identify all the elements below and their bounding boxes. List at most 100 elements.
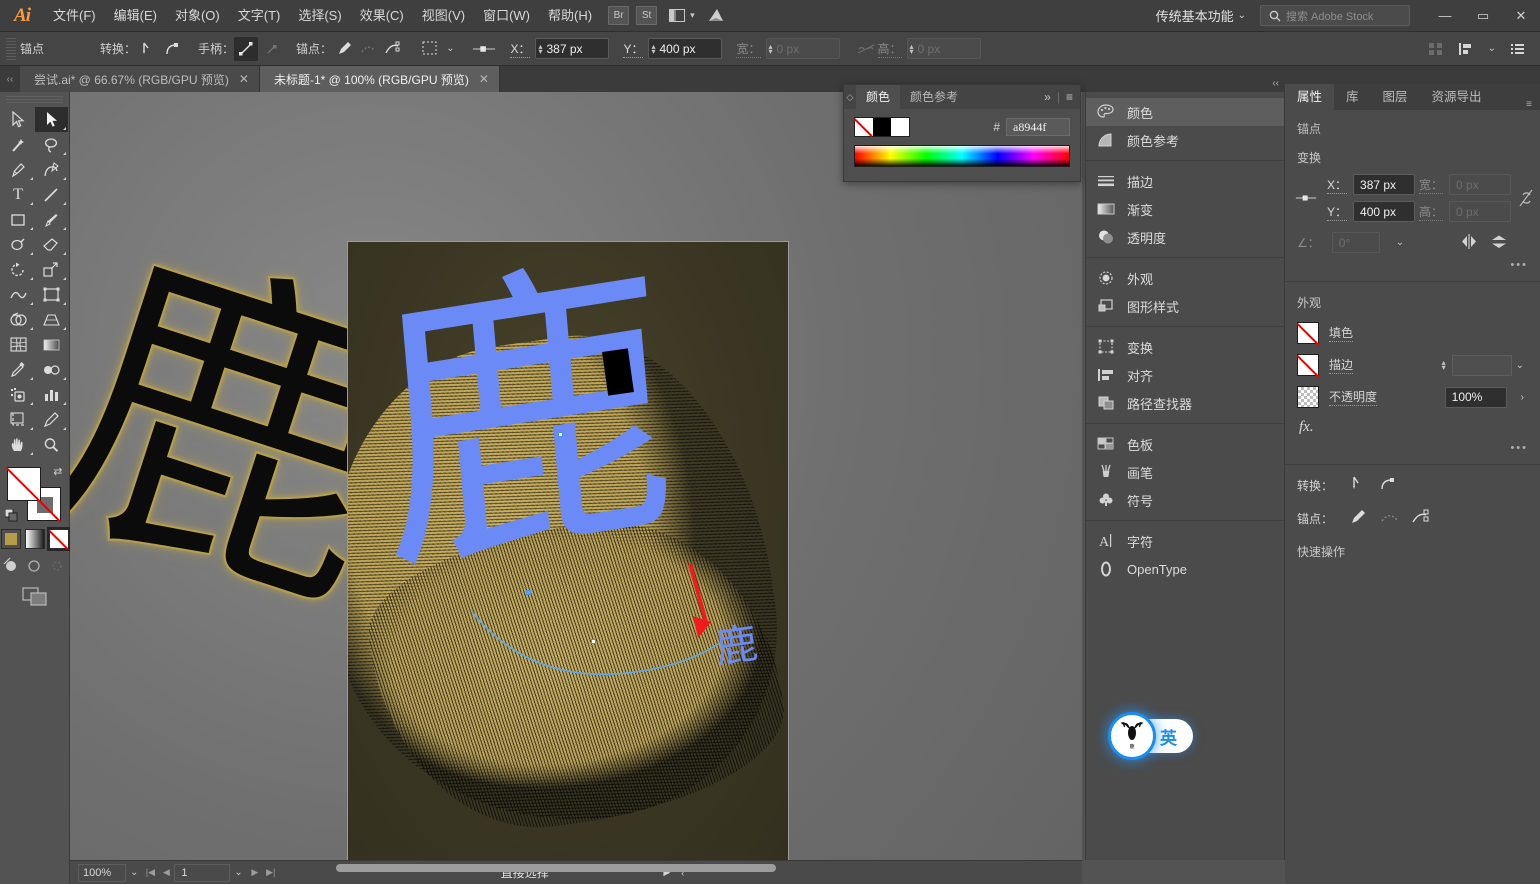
dock-item-transform[interactable]: 变换	[1086, 333, 1284, 361]
color-spectrum-bar[interactable]	[854, 145, 1070, 167]
previous-artboard-icon[interactable]: ◀	[158, 864, 174, 882]
connect-anchors-icon[interactable]	[356, 37, 380, 61]
stroke-weight-control[interactable]: ▴ ▾ ⌄	[1442, 354, 1528, 376]
document-tab-1-close-icon[interactable]: ✕	[239, 72, 249, 86]
isolate-chevron-down-icon[interactable]: ⌄	[442, 43, 458, 54]
angle-chevron-down-icon[interactable]: ⌄	[1392, 237, 1408, 248]
dock-item-pathfinder[interactable]: 路径查找器	[1086, 389, 1284, 417]
tool-magic-wand[interactable]	[2, 132, 35, 157]
tool-hand[interactable]	[2, 432, 35, 457]
artboard-chevron-down-icon[interactable]: ⌄	[230, 867, 246, 878]
props-cut-path-icon[interactable]	[1411, 508, 1430, 529]
screen-mode-button[interactable]	[0, 587, 69, 607]
tool-mesh[interactable]	[2, 332, 35, 357]
swap-fill-stroke-icon[interactable]: ⇄	[53, 465, 62, 478]
props-connect-anchors-icon[interactable]	[1380, 508, 1399, 529]
document-tab-2-close-icon[interactable]: ✕	[479, 72, 489, 86]
fx-button[interactable]: fx.	[1285, 413, 1540, 442]
reference-point-selector[interactable]	[1295, 187, 1317, 209]
y-input[interactable]: ▴ ▾ 400 px	[648, 38, 723, 59]
minimize-button[interactable]: —	[1426, 0, 1464, 32]
tool-pen[interactable]	[2, 157, 35, 182]
tool-symbol-sprayer[interactable]	[2, 382, 35, 407]
anchor-point-3[interactable]	[558, 432, 563, 437]
canvas-horizontal-scrollbar[interactable]	[336, 864, 776, 872]
y-stepper[interactable]: ▴ ▾	[651, 42, 655, 55]
dock-item-symbols[interactable]: 符号	[1086, 486, 1284, 514]
color-panel-tab-color-guide[interactable]: 颜色参考	[900, 85, 968, 109]
last-artboard-icon[interactable]: ▶|	[263, 864, 279, 882]
zoom-level-input[interactable]: 100%	[78, 863, 126, 882]
tool-zoom[interactable]	[35, 432, 68, 457]
dock-item-align[interactable]: 对齐	[1086, 361, 1284, 389]
tool-type[interactable]: T	[2, 182, 35, 207]
control-bar-grip[interactable]	[6, 37, 16, 60]
tab-properties[interactable]: 属性	[1285, 84, 1335, 110]
dock-item-color[interactable]: 颜色	[1086, 98, 1284, 126]
tool-gradient[interactable]	[35, 332, 68, 357]
menu-type[interactable]: 文字(T)	[229, 0, 290, 32]
control-bar-menu-icon[interactable]	[1506, 37, 1530, 61]
anchor-point-1[interactable]	[591, 639, 596, 644]
color-swatch-white[interactable]	[891, 118, 909, 136]
hide-handles-icon[interactable]	[258, 37, 282, 61]
tool-width[interactable]	[2, 282, 35, 307]
menu-select[interactable]: 选择(S)	[289, 0, 350, 32]
x-stepper[interactable]: ▴ ▾	[538, 42, 542, 55]
workspace-switcher-label[interactable]: 传统基本功能	[1156, 6, 1234, 25]
properties-panel-menu-icon[interactable]: ≡	[1526, 99, 1540, 110]
draw-normal-icon[interactable]	[3, 557, 20, 577]
tool-slice[interactable]	[35, 407, 68, 432]
dock-collapse-icon[interactable]: ‹‹	[1272, 78, 1279, 89]
tool-line-segment[interactable]	[35, 182, 68, 207]
tool-blend[interactable]	[35, 357, 68, 382]
menu-help[interactable]: 帮助(H)	[539, 0, 601, 32]
tool-shape-builder[interactable]	[2, 307, 35, 332]
artboard-number-input[interactable]: 1	[174, 863, 231, 882]
menu-object[interactable]: 对象(O)	[166, 0, 229, 32]
props-convert-corner-icon[interactable]	[1349, 475, 1367, 496]
x-input[interactable]: ▴ ▾ 387 px	[535, 38, 610, 59]
tool-column-graph[interactable]	[35, 382, 68, 407]
lock-aspect-ratio-icon[interactable]	[1515, 187, 1537, 209]
color-swatch-black[interactable]	[873, 118, 891, 136]
tool-artboard[interactable]	[2, 407, 35, 432]
tool-curvature[interactable]	[35, 157, 68, 182]
transform-more-options-icon[interactable]: •••	[1285, 259, 1540, 277]
remove-anchor-point-icon[interactable]	[332, 37, 356, 61]
menu-edit[interactable]: 编辑(E)	[105, 0, 166, 32]
tool-direct-selection[interactable]	[34, 107, 68, 132]
first-artboard-icon[interactable]: |◀	[142, 864, 158, 882]
tab-asset-export[interactable]: 资源导出	[1420, 84, 1494, 110]
dock-item-graphic-styles[interactable]: 图形样式	[1086, 292, 1284, 320]
search-adobe-stock-icon[interactable]	[707, 8, 725, 24]
draw-inside-icon[interactable]	[49, 557, 66, 577]
tool-eyedropper[interactable]	[2, 357, 35, 382]
color-mode-color-button[interactable]	[0, 529, 21, 549]
next-artboard-icon[interactable]: ▶	[247, 864, 263, 882]
tabbar-collapse-icon[interactable]: ‹‹	[0, 66, 20, 92]
zoom-chevron-down-icon[interactable]: ⌄	[126, 867, 142, 878]
align-grid-icon[interactable]	[1424, 37, 1448, 61]
appearance-more-options-icon[interactable]: •••	[1285, 442, 1540, 460]
color-panel-menu-icon[interactable]: ≡	[1066, 90, 1073, 104]
show-handles-icon[interactable]	[234, 36, 259, 61]
stroke-weight-input[interactable]	[1451, 354, 1512, 376]
tool-scale[interactable]	[35, 257, 68, 282]
dock-item-transparency[interactable]: 透明度	[1086, 223, 1284, 251]
props-x-input[interactable]: 387 px	[1353, 174, 1416, 195]
opacity-input[interactable]: 100%	[1444, 386, 1507, 408]
tool-shaper[interactable]	[2, 232, 35, 257]
tools-panel-grip[interactable]	[6, 96, 63, 104]
anchor-point-2[interactable]	[526, 590, 531, 595]
color-panel-collapse-icon[interactable]: »	[1044, 90, 1051, 104]
close-button[interactable]: ✕	[1502, 0, 1540, 32]
canvas-background-artwork[interactable]: 鹿	[70, 197, 447, 712]
artboard[interactable]: 鹿 鹿	[347, 241, 789, 860]
align-options-icon[interactable]	[1454, 37, 1478, 61]
ime-indicator[interactable]: 鹿 英	[1108, 712, 1193, 760]
dock-item-swatches[interactable]: 色板	[1086, 430, 1284, 458]
tool-selection[interactable]	[2, 107, 35, 132]
dock-item-opentype[interactable]: OpenType	[1086, 555, 1284, 583]
tab-layers[interactable]: 图层	[1371, 84, 1420, 110]
